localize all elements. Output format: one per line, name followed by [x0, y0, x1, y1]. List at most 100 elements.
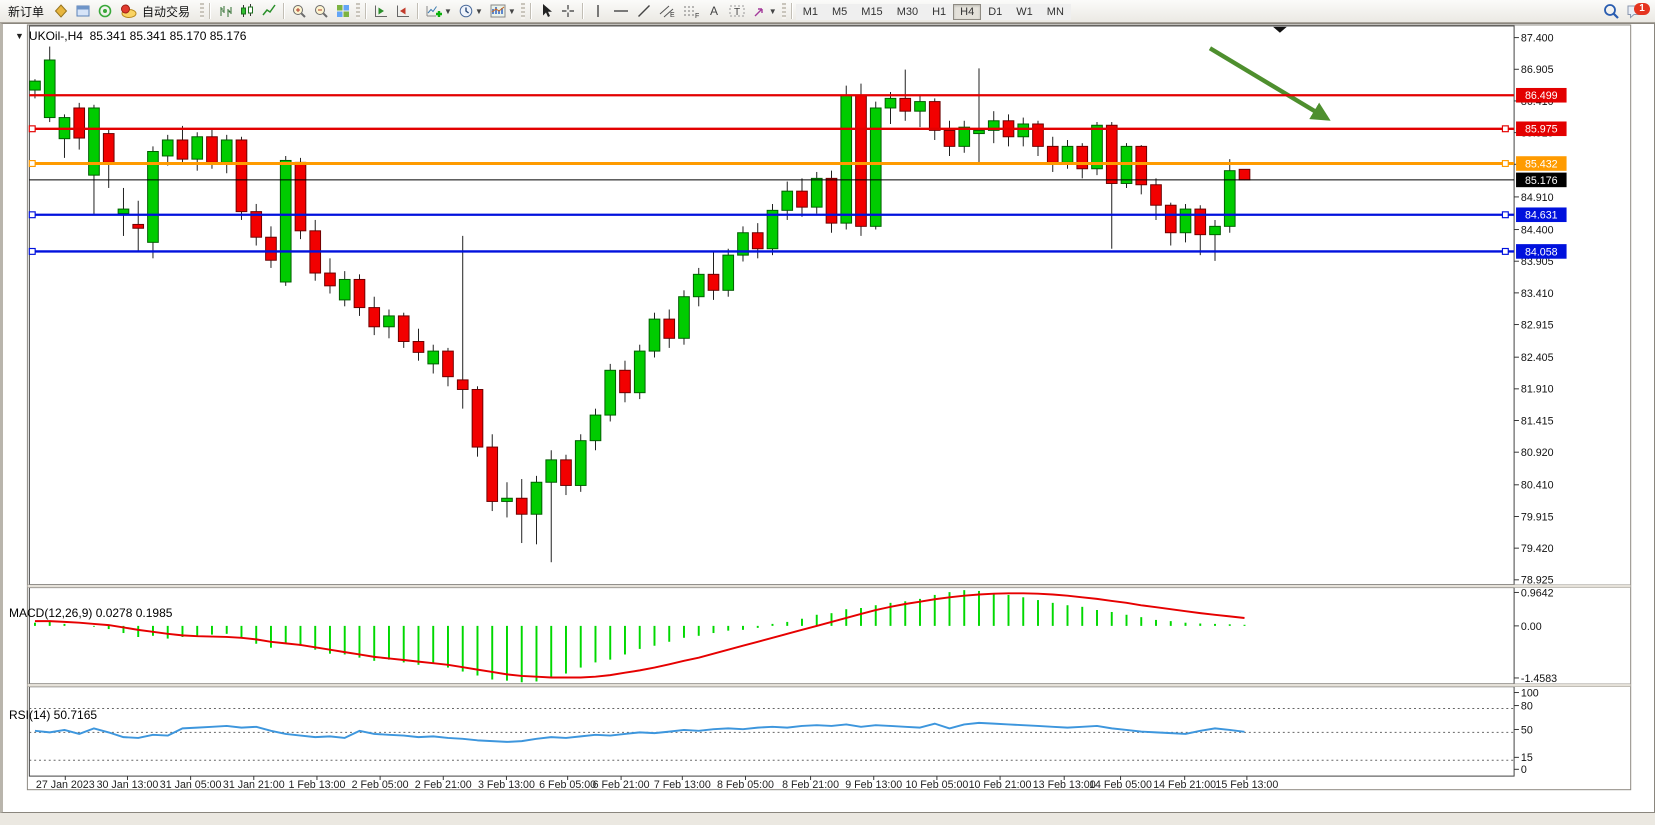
- candle-body: [1165, 205, 1176, 233]
- toolbar-grip: [521, 3, 525, 19]
- navigator-button[interactable]: [72, 1, 94, 21]
- periods-menu-button[interactable]: ▼: [455, 1, 486, 21]
- panel-splitter[interactable]: [27, 585, 1630, 588]
- line-chart-button[interactable]: [258, 1, 280, 21]
- new-order-button[interactable]: 新订单: [2, 1, 50, 21]
- price-tick-label: 84.910: [1521, 192, 1554, 204]
- timeframe-mn-button[interactable]: MN: [1040, 4, 1071, 20]
- candle-body: [236, 140, 247, 212]
- timeframe-m30-button[interactable]: M30: [890, 4, 925, 20]
- candle-body: [428, 351, 439, 364]
- trendline-button[interactable]: [633, 1, 655, 21]
- time-axis-label: 6 Feb 21:00: [593, 779, 650, 791]
- line-handle[interactable]: [29, 161, 35, 167]
- timeframe-h4-button[interactable]: H4: [953, 4, 981, 20]
- candle-body: [1224, 171, 1235, 227]
- time-axis-label: 1 Feb 13:00: [288, 779, 345, 791]
- gold-diamond-icon: [53, 3, 69, 19]
- toolbar-grip: [782, 3, 786, 19]
- candle-body: [664, 319, 675, 338]
- auto-scroll-button[interactable]: [392, 1, 414, 21]
- price-tick-label: 84.400: [1521, 224, 1554, 236]
- cursor-button[interactable]: [535, 1, 557, 21]
- text-label-button[interactable]: T: [725, 1, 749, 21]
- timeframe-m15-button[interactable]: M15: [854, 4, 889, 20]
- candle-body: [1136, 146, 1147, 184]
- timeframe-h1-button[interactable]: H1: [925, 4, 953, 20]
- timeframe-d1-button[interactable]: D1: [981, 4, 1009, 20]
- toolbar-grip: [200, 3, 204, 19]
- price-tick-label: 78.925: [1521, 575, 1554, 587]
- chevron-down-icon: ▼: [444, 7, 452, 16]
- candle-body: [103, 134, 114, 163]
- line-handle[interactable]: [29, 212, 35, 218]
- candle-body: [546, 460, 557, 482]
- shapes-button[interactable]: ▼: [749, 1, 780, 21]
- bar-chart-button[interactable]: [214, 1, 236, 21]
- price-tick-label: 79.420: [1521, 543, 1554, 555]
- line-handle[interactable]: [1502, 249, 1508, 255]
- timeframe-m5-button[interactable]: M5: [825, 4, 854, 20]
- zoom-in-button[interactable]: [288, 1, 310, 21]
- panel-splitter[interactable]: [27, 684, 1630, 687]
- fibonacci-button[interactable]: F: [679, 1, 703, 21]
- line-handle[interactable]: [29, 249, 35, 255]
- candle-body: [30, 81, 41, 90]
- candlestick-chart-button[interactable]: [236, 1, 258, 21]
- timeframe-w1-button[interactable]: W1: [1009, 4, 1040, 20]
- add-indicator-button[interactable]: ▼: [422, 1, 455, 21]
- signals-button[interactable]: [94, 1, 116, 21]
- algo-trading-button[interactable]: 自动交易: [116, 1, 198, 21]
- chart-properties-button[interactable]: ▼: [486, 1, 519, 21]
- notification-badge: 1: [1634, 3, 1650, 15]
- signal-icon: [97, 3, 113, 19]
- candle-body: [443, 351, 454, 377]
- horizontal-line-button[interactable]: [609, 1, 633, 21]
- search-button[interactable]: [1599, 1, 1623, 21]
- candle-body: [177, 140, 188, 159]
- timeframe-m1-button[interactable]: M1: [796, 4, 825, 20]
- candle-body: [693, 274, 704, 296]
- candle-body: [723, 255, 734, 290]
- text-button[interactable]: A: [703, 1, 725, 21]
- macd-axis-label: -1.4583: [1521, 673, 1557, 685]
- candle-body: [620, 370, 631, 392]
- tile-windows-icon: [335, 3, 351, 19]
- candle-body: [148, 151, 159, 242]
- line-handle[interactable]: [1502, 161, 1508, 167]
- equidistant-channel-button[interactable]: E: [655, 1, 679, 21]
- notifications-button[interactable]: 1: [1623, 1, 1647, 21]
- crosshair-button[interactable]: [557, 1, 579, 21]
- shift-end-icon: [373, 3, 389, 19]
- market-watch-button[interactable]: [50, 1, 72, 21]
- vertical-line-button[interactable]: [587, 1, 609, 21]
- candle-body: [207, 137, 218, 163]
- candle-body: [266, 237, 277, 260]
- candle-body: [590, 415, 601, 441]
- line-handle[interactable]: [1502, 212, 1508, 218]
- candle-body: [959, 127, 970, 146]
- candle-body: [1195, 209, 1206, 235]
- line-handle[interactable]: [29, 126, 35, 132]
- candle-body: [797, 191, 808, 207]
- candle-body: [1151, 185, 1162, 205]
- vertical-line-icon: [591, 3, 605, 19]
- zoom-out-button[interactable]: [310, 1, 332, 21]
- price-badge-label: 85.975: [1525, 124, 1558, 136]
- tile-windows-button[interactable]: [332, 1, 354, 21]
- zoom-in-icon: [291, 3, 307, 19]
- candle-body: [1018, 124, 1029, 137]
- algo-trading-icon: [119, 3, 137, 19]
- candle-body: [634, 351, 645, 393]
- time-axis-label: 27 Jan 2023: [36, 779, 95, 791]
- candle-body: [782, 191, 793, 210]
- candle-body: [162, 140, 173, 156]
- time-axis-label: 8 Feb 05:00: [717, 779, 774, 791]
- candle-body: [885, 98, 896, 108]
- candle-body: [325, 273, 336, 286]
- chart-window: 87.40086.90586.41085.91585.42084.91084.4…: [0, 23, 1655, 813]
- chart-properties-icon: [489, 3, 507, 19]
- time-axis-label: 10 Feb 21:00: [969, 779, 1032, 791]
- shift-end-button[interactable]: [370, 1, 392, 21]
- line-handle[interactable]: [1502, 126, 1508, 132]
